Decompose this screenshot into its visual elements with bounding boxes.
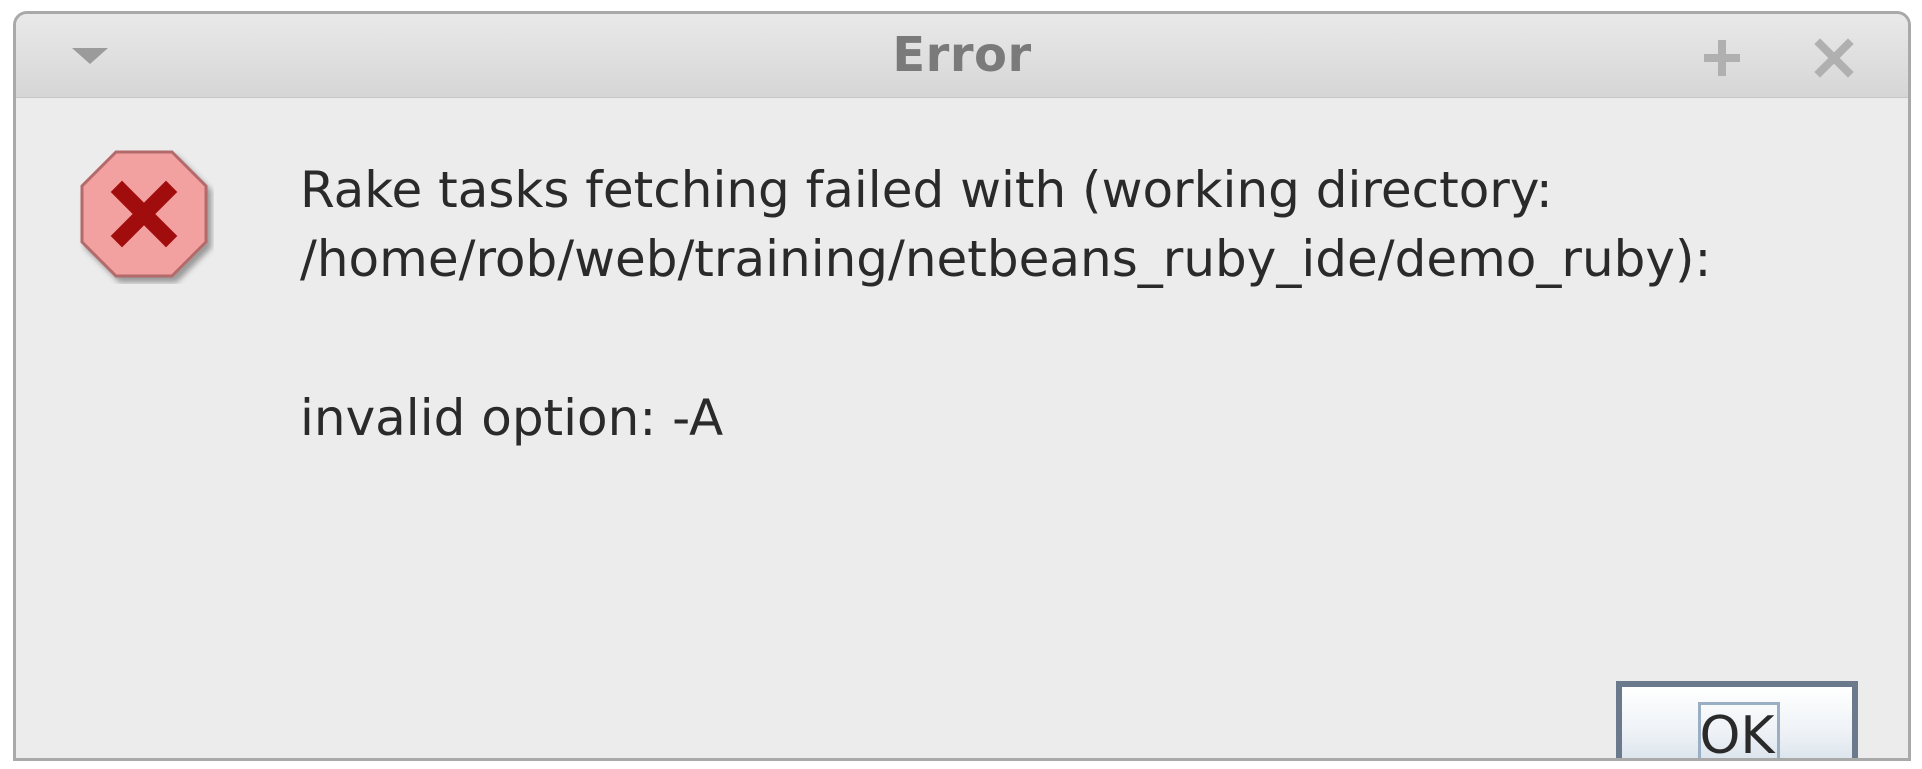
maximize-button[interactable]: [1700, 36, 1744, 80]
message-line: /home/rob/web/training/netbeans_ruby_ide…: [300, 230, 1712, 288]
message-line: invalid option: -A: [300, 389, 724, 447]
dialog-content: Rake tasks fetching failed with (working…: [16, 98, 1908, 761]
message-line: Rake tasks fetching failed with (working…: [300, 161, 1553, 219]
message-spacer: [300, 294, 1880, 384]
ok-button-label: OK: [1699, 706, 1775, 761]
error-message: Rake tasks fetching failed with (working…: [300, 156, 1880, 453]
close-button[interactable]: [1812, 36, 1856, 80]
error-icon: [74, 144, 214, 284]
title-bar[interactable]: Error: [16, 14, 1908, 98]
close-icon: [1814, 38, 1854, 78]
error-dialog-window: Error Rake tasks fetching failed with (w…: [13, 11, 1911, 761]
ok-button[interactable]: OK: [1616, 681, 1858, 761]
plus-icon: [1704, 40, 1740, 76]
window-title: Error: [892, 27, 1032, 83]
